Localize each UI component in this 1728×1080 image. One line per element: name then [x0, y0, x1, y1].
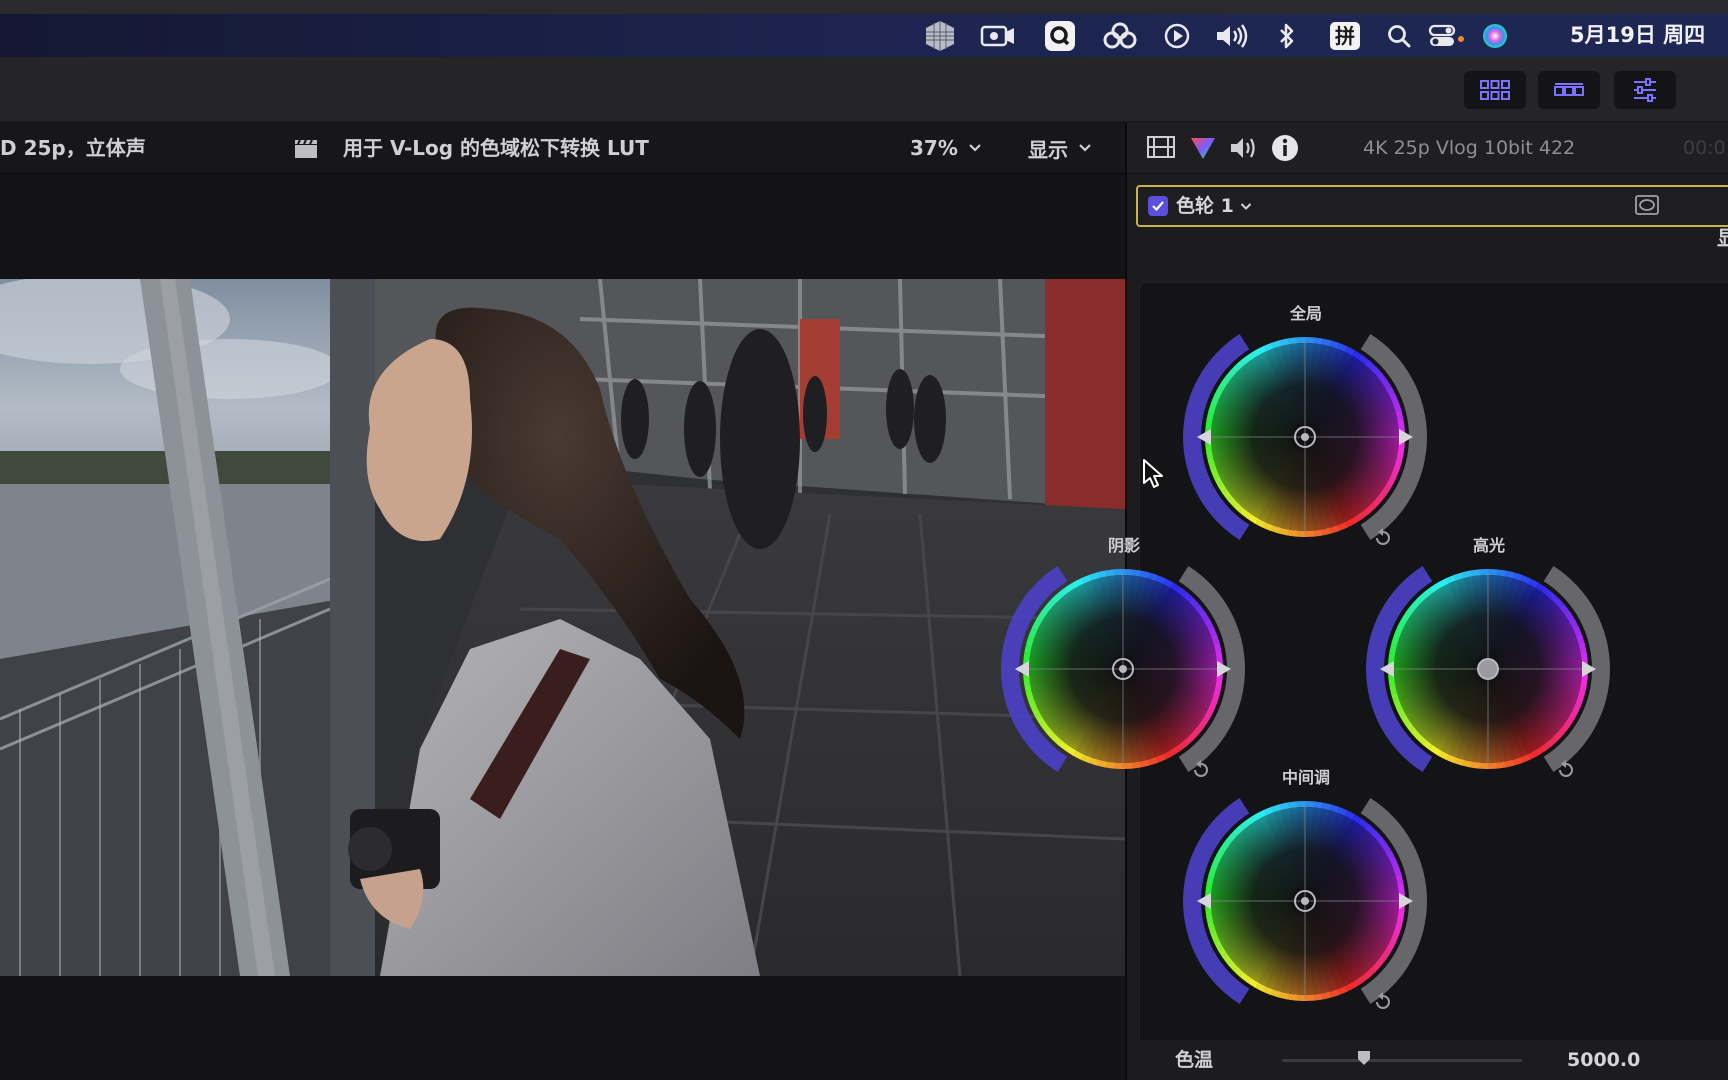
display-menu[interactable]: 显示 — [1028, 122, 1092, 174]
menu-bar-status-icons: 拼 — [915, 14, 1517, 57]
stack-icon[interactable] — [915, 14, 965, 57]
volume-icon[interactable] — [1203, 14, 1261, 57]
color-inspector-tab[interactable] — [1189, 135, 1217, 165]
q-app-icon[interactable] — [1031, 14, 1089, 57]
color-wheel-global[interactable] — [1180, 312, 1430, 576]
search-icon[interactable] — [1377, 14, 1421, 57]
siri-icon[interactable] — [1473, 14, 1517, 57]
lut-label: 用于 V-Log 的色域松下转换 LUT — [343, 136, 649, 160]
final-cut-window: 拼 5月19日 周四 D 25p，立体声 用于 V-Log 的色域松下转换 LU… — [0, 0, 1728, 1080]
mouse-cursor-icon — [1142, 458, 1164, 494]
temperature-value[interactable]: 5000.0 — [1567, 1040, 1640, 1080]
temperature-slider[interactable] — [1282, 1051, 1522, 1065]
display-menu-label: 显示 — [1028, 137, 1068, 162]
grid-view-button[interactable] — [1464, 71, 1526, 109]
view-menu-partial[interactable]: 显 — [1717, 222, 1728, 251]
inspector-panel: 4K 25p Vlog 10bit 422 00:0 色轮 1 显 全局 阴影 … — [1001, 122, 1728, 1080]
video-frame[interactable] — [0, 279, 1125, 976]
temperature-row: 色温 5000.0 — [1127, 1040, 1728, 1080]
color-wheel-highlights[interactable] — [1363, 544, 1613, 808]
inspector-toggle-icon — [1634, 78, 1656, 102]
grid-view-icon — [1480, 80, 1510, 100]
temperature-label: 色温 — [1175, 1049, 1214, 1071]
menu-bar: 拼 5月19日 周四 — [0, 14, 1728, 57]
control-center-icon[interactable] — [1421, 14, 1473, 57]
temperature-slider-knob[interactable] — [1357, 1050, 1371, 1066]
effect-name: 色轮 1 — [1176, 195, 1234, 217]
app-toolbar — [0, 57, 1728, 122]
creative-cloud-icon[interactable] — [1089, 14, 1151, 57]
inspector-toggle-button[interactable] — [1614, 71, 1676, 109]
play-circle-icon[interactable] — [1151, 14, 1203, 57]
chevron-down-icon — [1240, 202, 1252, 210]
input-method-icon[interactable]: 拼 — [1313, 14, 1377, 57]
speaker-icon — [1231, 138, 1255, 158]
audio-inspector-tab[interactable] — [1229, 135, 1257, 165]
bluetooth-icon[interactable] — [1261, 14, 1313, 57]
color-wheel-midtones[interactable] — [1180, 776, 1430, 1040]
color-triangle-icon — [1191, 138, 1215, 159]
filmstrip-view-icon — [1554, 83, 1584, 96]
info-inspector-tab[interactable] — [1271, 134, 1299, 166]
zoom-menu[interactable]: 37% — [910, 122, 982, 174]
clip-timecode: 00:0 — [1683, 137, 1726, 159]
screen-record-icon[interactable] — [965, 14, 1031, 57]
effect-name-menu[interactable]: 色轮 1 — [1176, 187, 1252, 225]
viewer-header: D 25p，立体声 用于 V-Log 的色域松下转换 LUT 37% 显示 — [0, 122, 1125, 174]
format-info: D 25p，立体声 — [0, 136, 146, 160]
color-wheel-shadows[interactable] — [998, 544, 1248, 808]
chevron-down-icon — [1079, 144, 1091, 152]
checkmark-icon — [1152, 201, 1164, 212]
filmstrip-view-button[interactable] — [1538, 71, 1600, 109]
filmstrip-icon — [1147, 136, 1175, 158]
video-inspector-tab[interactable] — [1147, 135, 1175, 163]
input-method-glyph: 拼 — [1330, 21, 1360, 50]
mask-icon[interactable] — [1635, 195, 1659, 219]
effect-row-color-wheels[interactable]: 色轮 1 — [1136, 185, 1728, 227]
chevron-down-icon — [969, 144, 981, 152]
clapperboard-icon — [293, 136, 319, 164]
viewer-canvas[interactable] — [0, 175, 1125, 1080]
window-top-strip — [0, 0, 1728, 14]
effect-enable-checkbox[interactable] — [1148, 196, 1168, 216]
clip-format: 4K 25p Vlog 10bit 422 — [1363, 137, 1576, 159]
inspector-header: 4K 25p Vlog 10bit 422 00:0 — [1127, 122, 1728, 174]
zoom-value: 37% — [910, 136, 958, 160]
info-icon — [1272, 135, 1298, 161]
video-frame-image — [0, 279, 1125, 976]
menu-bar-clock[interactable]: 5月19日 周四 — [1570, 14, 1705, 57]
